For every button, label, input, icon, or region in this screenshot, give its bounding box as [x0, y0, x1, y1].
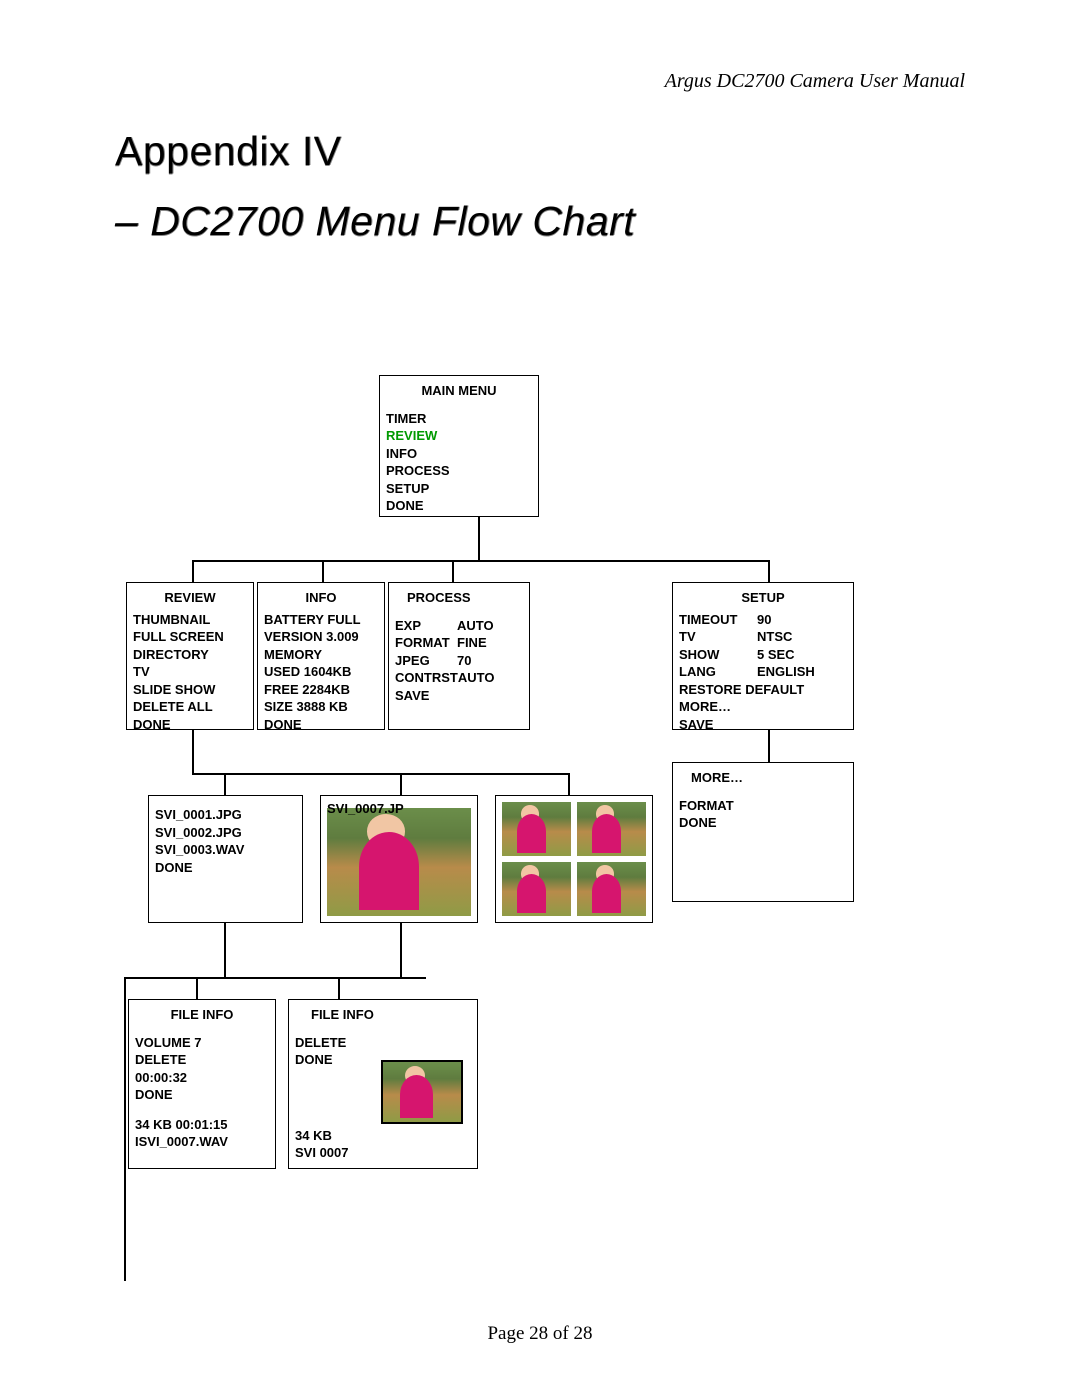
info-line: FREE 2284KB — [264, 681, 378, 699]
file-info-line: DONE — [135, 1086, 269, 1104]
info-line: USED 1604KB — [264, 663, 378, 681]
info-line: DONE — [264, 716, 378, 734]
more-box: MORE… FORMAT DONE — [672, 762, 854, 902]
main-menu-item: SETUP — [386, 480, 532, 498]
thumbnail-image — [502, 862, 571, 916]
connector — [322, 560, 324, 582]
info-line: SIZE 3888 KB — [264, 698, 378, 716]
info-title: INFO — [264, 589, 378, 607]
file-info-line: VOLUME 7 — [135, 1034, 269, 1052]
directory-item: DONE — [155, 859, 296, 877]
process-row: EXPAUTO — [395, 617, 523, 635]
file-info-footer-line: SVI 0007 — [295, 1144, 349, 1162]
main-menu-item: INFO — [386, 445, 532, 463]
main-menu-item: TIMER — [386, 410, 532, 428]
main-menu-title: MAIN MENU — [386, 382, 532, 400]
process-row: CONTRSTAUTO — [395, 669, 523, 687]
setup-title: SETUP — [679, 589, 847, 607]
review-item: SLIDE SHOW — [133, 681, 247, 699]
info-line: BATTERY FULL — [264, 611, 378, 629]
process-row: SAVE — [395, 687, 523, 705]
setup-row: TVNTSC — [679, 628, 847, 646]
page-title: Appendix IV — [115, 128, 342, 175]
thumbnail-image — [577, 802, 646, 856]
file-info-jpg-box: FILE INFO DELETE DONE 34 KB SVI 0007 — [288, 999, 478, 1169]
connector — [224, 922, 226, 978]
setup-row: SHOW5 SEC — [679, 646, 847, 664]
review-item: THUMBNAIL — [133, 611, 247, 629]
connector — [452, 560, 454, 582]
setup-row: LANGENGLISH — [679, 663, 847, 681]
main-menu-box: MAIN MENU TIMER REVIEW INFO PROCESS SETU… — [379, 375, 539, 517]
thumbnail-image — [502, 802, 571, 856]
connector — [768, 730, 770, 762]
info-line: MEMORY — [264, 646, 378, 664]
main-menu-item: PROCESS — [386, 462, 532, 480]
directory-item: SVI_0003.WAV — [155, 841, 296, 859]
file-info-line — [135, 1104, 269, 1116]
process-title: PROCESS — [395, 589, 523, 607]
file-info-line: 00:00:32 — [135, 1069, 269, 1087]
connector — [400, 922, 402, 978]
file-info-thumbnail — [381, 1060, 463, 1124]
review-item: FULL SCREEN — [133, 628, 247, 646]
file-info-wav-box: FILE INFO VOLUME 7 DELETE 00:00:32 DONE … — [128, 999, 276, 1169]
file-info-jpg-title: FILE INFO — [295, 1006, 471, 1024]
file-info-line: ISVI_0007.WAV — [135, 1133, 269, 1151]
file-info-footer-line: 34 KB — [295, 1127, 349, 1145]
connector — [400, 773, 402, 795]
setup-row: SAVE — [679, 716, 847, 734]
thumbnail-image — [577, 862, 646, 916]
setup-row: TIMEOUT90 — [679, 611, 847, 629]
connector — [192, 560, 194, 582]
file-info-line: 34 KB 00:01:15 — [135, 1116, 269, 1134]
fullscreen-caption: SVI_0007.JP — [327, 800, 404, 818]
file-info-line: DELETE — [135, 1051, 269, 1069]
info-line: VERSION 3.009 — [264, 628, 378, 646]
review-item: DIRECTORY — [133, 646, 247, 664]
directory-box: SVI_0001.JPG SVI_0002.JPG SVI_0003.WAV D… — [148, 795, 303, 923]
setup-row: MORE… — [679, 698, 847, 716]
connector — [192, 773, 570, 775]
review-item: DONE — [133, 716, 247, 734]
setup-row: RESTORE DEFAULT — [679, 681, 847, 699]
connector — [192, 730, 194, 774]
review-item: DELETE ALL — [133, 698, 247, 716]
directory-item: SVI_0001.JPG — [155, 806, 296, 824]
process-row: JPEG70 — [395, 652, 523, 670]
connector — [768, 560, 770, 582]
connector — [478, 517, 480, 561]
page-subtitle: – DC2700 Menu Flow Chart — [115, 198, 635, 245]
main-menu-item: DONE — [386, 497, 532, 515]
directory-item: SVI_0002.JPG — [155, 824, 296, 842]
connector — [338, 977, 340, 999]
file-info-line: DELETE — [295, 1034, 471, 1052]
review-box: REVIEW THUMBNAIL FULL SCREEN DIRECTORY T… — [126, 582, 254, 730]
setup-box: SETUP TIMEOUT90 TVNTSC SHOW5 SEC LANGENG… — [672, 582, 854, 730]
file-info-wav-title: FILE INFO — [135, 1006, 269, 1024]
connector — [192, 560, 770, 562]
connector — [224, 773, 226, 795]
connector — [124, 977, 426, 979]
review-item: TV — [133, 663, 247, 681]
connector — [124, 977, 126, 1281]
doc-header: Argus DC2700 Camera User Manual — [665, 70, 965, 93]
main-menu-item-selected: REVIEW — [386, 427, 532, 445]
connector — [196, 977, 198, 999]
more-item: FORMAT — [679, 797, 847, 815]
review-title: REVIEW — [133, 589, 247, 607]
page-footer: Page 28 of 28 — [0, 1323, 1080, 1345]
more-title: MORE… — [679, 769, 847, 787]
thumbnail-box — [495, 795, 653, 923]
process-row: FORMATFINE — [395, 634, 523, 652]
connector — [568, 773, 570, 795]
fullscreen-box: SVI_0007.JP — [320, 795, 478, 923]
info-box: INFO BATTERY FULL VERSION 3.009 MEMORY U… — [257, 582, 385, 730]
process-box: PROCESS EXPAUTO FORMATFINE JPEG70 CONTRS… — [388, 582, 530, 730]
more-item: DONE — [679, 814, 847, 832]
